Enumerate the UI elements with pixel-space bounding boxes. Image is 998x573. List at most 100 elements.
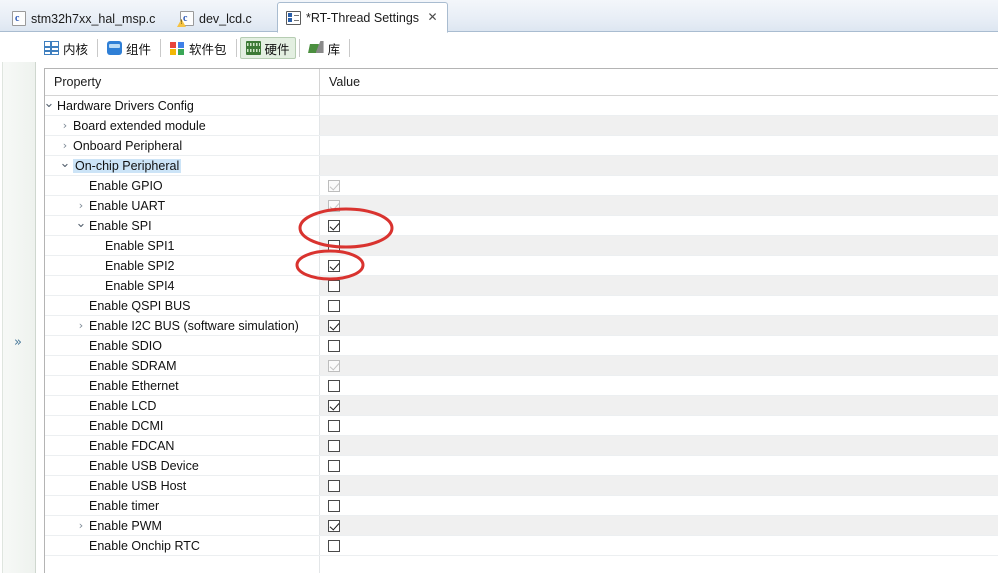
table-row[interactable]: Enable timer <box>45 496 998 516</box>
checkbox-enable-spi[interactable] <box>328 219 340 232</box>
property-cell[interactable]: Enable Onchip RTC <box>45 536 319 555</box>
property-cell[interactable]: › Board extended module <box>45 116 319 135</box>
value-cell[interactable] <box>319 296 998 315</box>
table-row[interactable]: › Enable I2C BUS (software simulation) <box>45 316 998 336</box>
close-icon[interactable]: ✕ <box>427 11 438 23</box>
toolbar-item-hardware[interactable]: 硬件 <box>239 37 296 59</box>
toolbar-item-kernel[interactable]: 内核 <box>38 37 94 59</box>
value-cell[interactable] <box>319 376 998 395</box>
property-cell[interactable]: Enable SPI1 <box>45 236 319 255</box>
property-cell[interactable]: ⌄ Hardware Drivers Config <box>45 96 319 115</box>
column-header-property[interactable]: Property <box>45 69 319 95</box>
value-cell[interactable] <box>319 196 998 215</box>
property-cell[interactable]: Enable LCD <box>45 396 319 415</box>
value-cell[interactable] <box>319 516 998 535</box>
property-cell[interactable]: ⌄ On-chip Peripheral <box>45 156 319 175</box>
checkbox-enable-onchip-rtc[interactable] <box>328 539 340 552</box>
chevron-down-icon[interactable]: ⌄ <box>75 217 87 232</box>
table-row[interactable]: Enable SDIO <box>45 336 998 356</box>
property-cell[interactable]: Enable SDRAM <box>45 356 319 375</box>
checkbox-enable-usb-host[interactable] <box>328 479 340 492</box>
value-cell[interactable] <box>319 436 998 455</box>
table-row[interactable]: Enable SPI2 <box>45 256 998 276</box>
checkbox-enable-fdcan[interactable] <box>328 439 340 452</box>
value-cell[interactable] <box>319 316 998 335</box>
table-row[interactable]: Enable LCD <box>45 396 998 416</box>
chevron-down-icon[interactable]: ⌄ <box>59 157 71 172</box>
restore-view-icon[interactable]: » <box>8 332 28 352</box>
value-cell[interactable] <box>319 456 998 475</box>
table-row[interactable]: › Enable UART <box>45 196 998 216</box>
chevron-right-icon[interactable]: › <box>75 199 87 212</box>
table-row[interactable]: ⌄ Enable SPI <box>45 216 998 236</box>
value-cell[interactable] <box>319 216 998 235</box>
property-cell[interactable]: ⌄ Enable SPI <box>45 216 319 235</box>
table-row[interactable]: Enable DCMI <box>45 416 998 436</box>
table-row[interactable]: › Board extended module <box>45 116 998 136</box>
value-cell[interactable] <box>319 416 998 435</box>
value-cell[interactable] <box>319 356 998 375</box>
property-cell[interactable]: Enable DCMI <box>45 416 319 435</box>
table-row[interactable]: Enable USB Host <box>45 476 998 496</box>
value-cell[interactable] <box>319 396 998 415</box>
checkbox-enable-sdio[interactable] <box>328 339 340 352</box>
value-cell[interactable] <box>319 236 998 255</box>
chevron-right-icon[interactable]: › <box>59 119 71 132</box>
checkbox-enable-pwm[interactable] <box>328 519 340 532</box>
toolbar-item-components[interactable]: 组件 <box>101 37 157 59</box>
checkbox-enable-timer[interactable] <box>328 499 340 512</box>
column-header-value[interactable]: Value <box>319 69 998 95</box>
value-cell[interactable] <box>319 176 998 195</box>
value-cell[interactable] <box>319 276 998 295</box>
property-cell[interactable]: › Enable UART <box>45 196 319 215</box>
table-row[interactable]: Enable FDCAN <box>45 436 998 456</box>
value-cell[interactable] <box>319 96 998 115</box>
checkbox-enable-spi4[interactable] <box>328 279 340 292</box>
value-cell[interactable] <box>319 116 998 135</box>
property-cell[interactable]: › Onboard Peripheral <box>45 136 319 155</box>
value-cell[interactable] <box>319 496 998 515</box>
table-row[interactable]: › Onboard Peripheral <box>45 136 998 156</box>
editor-tab-dev-lcd[interactable]: dev_lcd.c <box>172 5 261 32</box>
table-row[interactable]: Enable GPIO <box>45 176 998 196</box>
chevron-right-icon[interactable]: › <box>59 139 71 152</box>
checkbox-enable-lcd[interactable] <box>328 399 340 412</box>
table-row[interactable]: Enable SPI1 <box>45 236 998 256</box>
table-row[interactable]: ⌄ On-chip Peripheral <box>45 156 998 176</box>
checkbox-enable-dcmi[interactable] <box>328 419 340 432</box>
property-cell[interactable]: Enable GPIO <box>45 176 319 195</box>
chevron-right-icon[interactable]: › <box>75 519 87 532</box>
checkbox-enable-qspi-bus[interactable] <box>328 299 340 312</box>
table-row[interactable]: Enable SDRAM <box>45 356 998 376</box>
table-row[interactable]: Enable Onchip RTC <box>45 536 998 556</box>
property-cell[interactable]: Enable FDCAN <box>45 436 319 455</box>
value-cell[interactable] <box>319 156 998 175</box>
toolbar-item-packages[interactable]: 软件包 <box>164 37 233 59</box>
chevron-down-icon[interactable]: ⌄ <box>45 97 55 112</box>
checkbox-enable-i2c-bus-software-simulation[interactable] <box>328 319 340 332</box>
property-cell[interactable]: Enable QSPI BUS <box>45 296 319 315</box>
chevron-right-icon[interactable]: › <box>75 319 87 332</box>
property-cell[interactable]: Enable SDIO <box>45 336 319 355</box>
checkbox-enable-usb-device[interactable] <box>328 459 340 472</box>
value-cell[interactable] <box>319 136 998 155</box>
table-row[interactable]: Enable QSPI BUS <box>45 296 998 316</box>
property-cell[interactable]: Enable USB Host <box>45 476 319 495</box>
editor-tab-stm32h7xx-hal-msp[interactable]: stm32h7xx_hal_msp.c <box>4 5 164 32</box>
value-cell[interactable] <box>319 536 998 555</box>
editor-tab-rt-thread-settings[interactable]: *RT-Thread Settings ✕ <box>277 2 449 33</box>
property-cell[interactable]: Enable timer <box>45 496 319 515</box>
value-cell[interactable] <box>319 256 998 275</box>
table-row[interactable]: Enable SPI4 <box>45 276 998 296</box>
property-cell[interactable]: › Enable PWM <box>45 516 319 535</box>
property-cell[interactable]: Enable SPI2 <box>45 256 319 275</box>
table-row[interactable]: Enable USB Device <box>45 456 998 476</box>
value-cell[interactable] <box>319 476 998 495</box>
property-cell[interactable]: Enable SPI4 <box>45 276 319 295</box>
table-row[interactable]: Enable Ethernet <box>45 376 998 396</box>
property-cell[interactable]: Enable Ethernet <box>45 376 319 395</box>
checkbox-enable-spi1[interactable] <box>328 239 340 252</box>
table-row[interactable]: › Enable PWM <box>45 516 998 536</box>
property-cell[interactable]: › Enable I2C BUS (software simulation) <box>45 316 319 335</box>
value-cell[interactable] <box>319 336 998 355</box>
